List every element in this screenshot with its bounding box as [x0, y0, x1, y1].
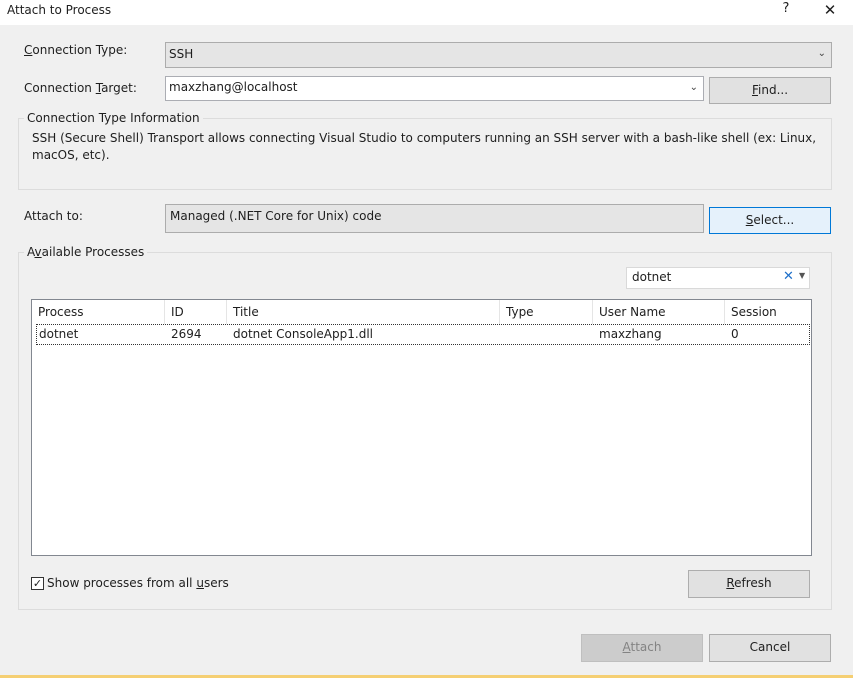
cell-process: dotnet: [39, 327, 79, 341]
refresh-button[interactable]: Refresh: [688, 570, 810, 598]
clear-icon[interactable]: ✕: [783, 269, 794, 284]
connection-target-input[interactable]: maxzhang@localhost ⌄: [165, 76, 704, 101]
process-list[interactable]: Process ID Title Type User Name Session …: [31, 299, 812, 556]
cell-title: dotnet ConsoleApp1.dll: [233, 327, 373, 341]
chevron-down-icon[interactable]: ⌄: [690, 82, 698, 93]
info-description: SSH (Secure Shell) Transport allows conn…: [32, 131, 817, 162]
process-filter-value: dotnet: [632, 270, 672, 284]
column-header-type[interactable]: Type: [500, 300, 593, 324]
cell-user-name: maxzhang: [599, 327, 662, 341]
chevron-down-icon: ⌄: [817, 48, 826, 59]
dropdown-arrow-icon[interactable]: ▼: [799, 271, 805, 280]
column-header-title[interactable]: Title: [227, 300, 500, 324]
connection-target-label: Connection Target:: [24, 81, 137, 95]
process-filter-input[interactable]: dotnet ✕ ▼: [626, 267, 810, 289]
attach-to-value: Managed (.NET Core for Unix) code: [165, 204, 704, 233]
column-header-process[interactable]: Process: [32, 300, 165, 324]
connection-type-value: SSH: [169, 47, 194, 61]
connection-target-value: maxzhang@localhost: [169, 80, 298, 94]
cell-session: 0: [731, 327, 739, 341]
column-header-session[interactable]: Session: [725, 300, 811, 324]
close-icon[interactable]: ✕: [820, 1, 840, 21]
process-list-header: Process ID Title Type User Name Session: [32, 300, 811, 324]
column-header-user-name[interactable]: User Name: [593, 300, 725, 324]
connection-type-label: Connection Type:: [24, 43, 128, 57]
info-heading: Connection Type Information: [24, 111, 203, 125]
help-icon[interactable]: ?: [778, 1, 794, 21]
processes-heading: Available Processes: [24, 245, 148, 259]
select-button[interactable]: Select...: [709, 207, 831, 234]
show-all-users-label[interactable]: Show processes from all users: [47, 576, 229, 590]
cancel-button[interactable]: Cancel: [709, 634, 831, 662]
table-row[interactable]: dotnet 2694 dotnet ConsoleApp1.dll maxzh…: [36, 324, 810, 345]
title-bar: Attach to Process ? ✕: [0, 0, 853, 25]
show-all-users-checkbox[interactable]: ✓: [31, 577, 44, 590]
column-header-id[interactable]: ID: [165, 300, 227, 324]
window-title: Attach to Process: [7, 3, 112, 17]
cell-id: 2694: [171, 327, 202, 341]
find-button[interactable]: Find...: [709, 77, 831, 104]
attach-button[interactable]: Attach: [581, 634, 703, 662]
connection-type-dropdown[interactable]: SSH ⌄: [165, 42, 832, 68]
attach-to-label: Attach to:: [24, 209, 83, 223]
